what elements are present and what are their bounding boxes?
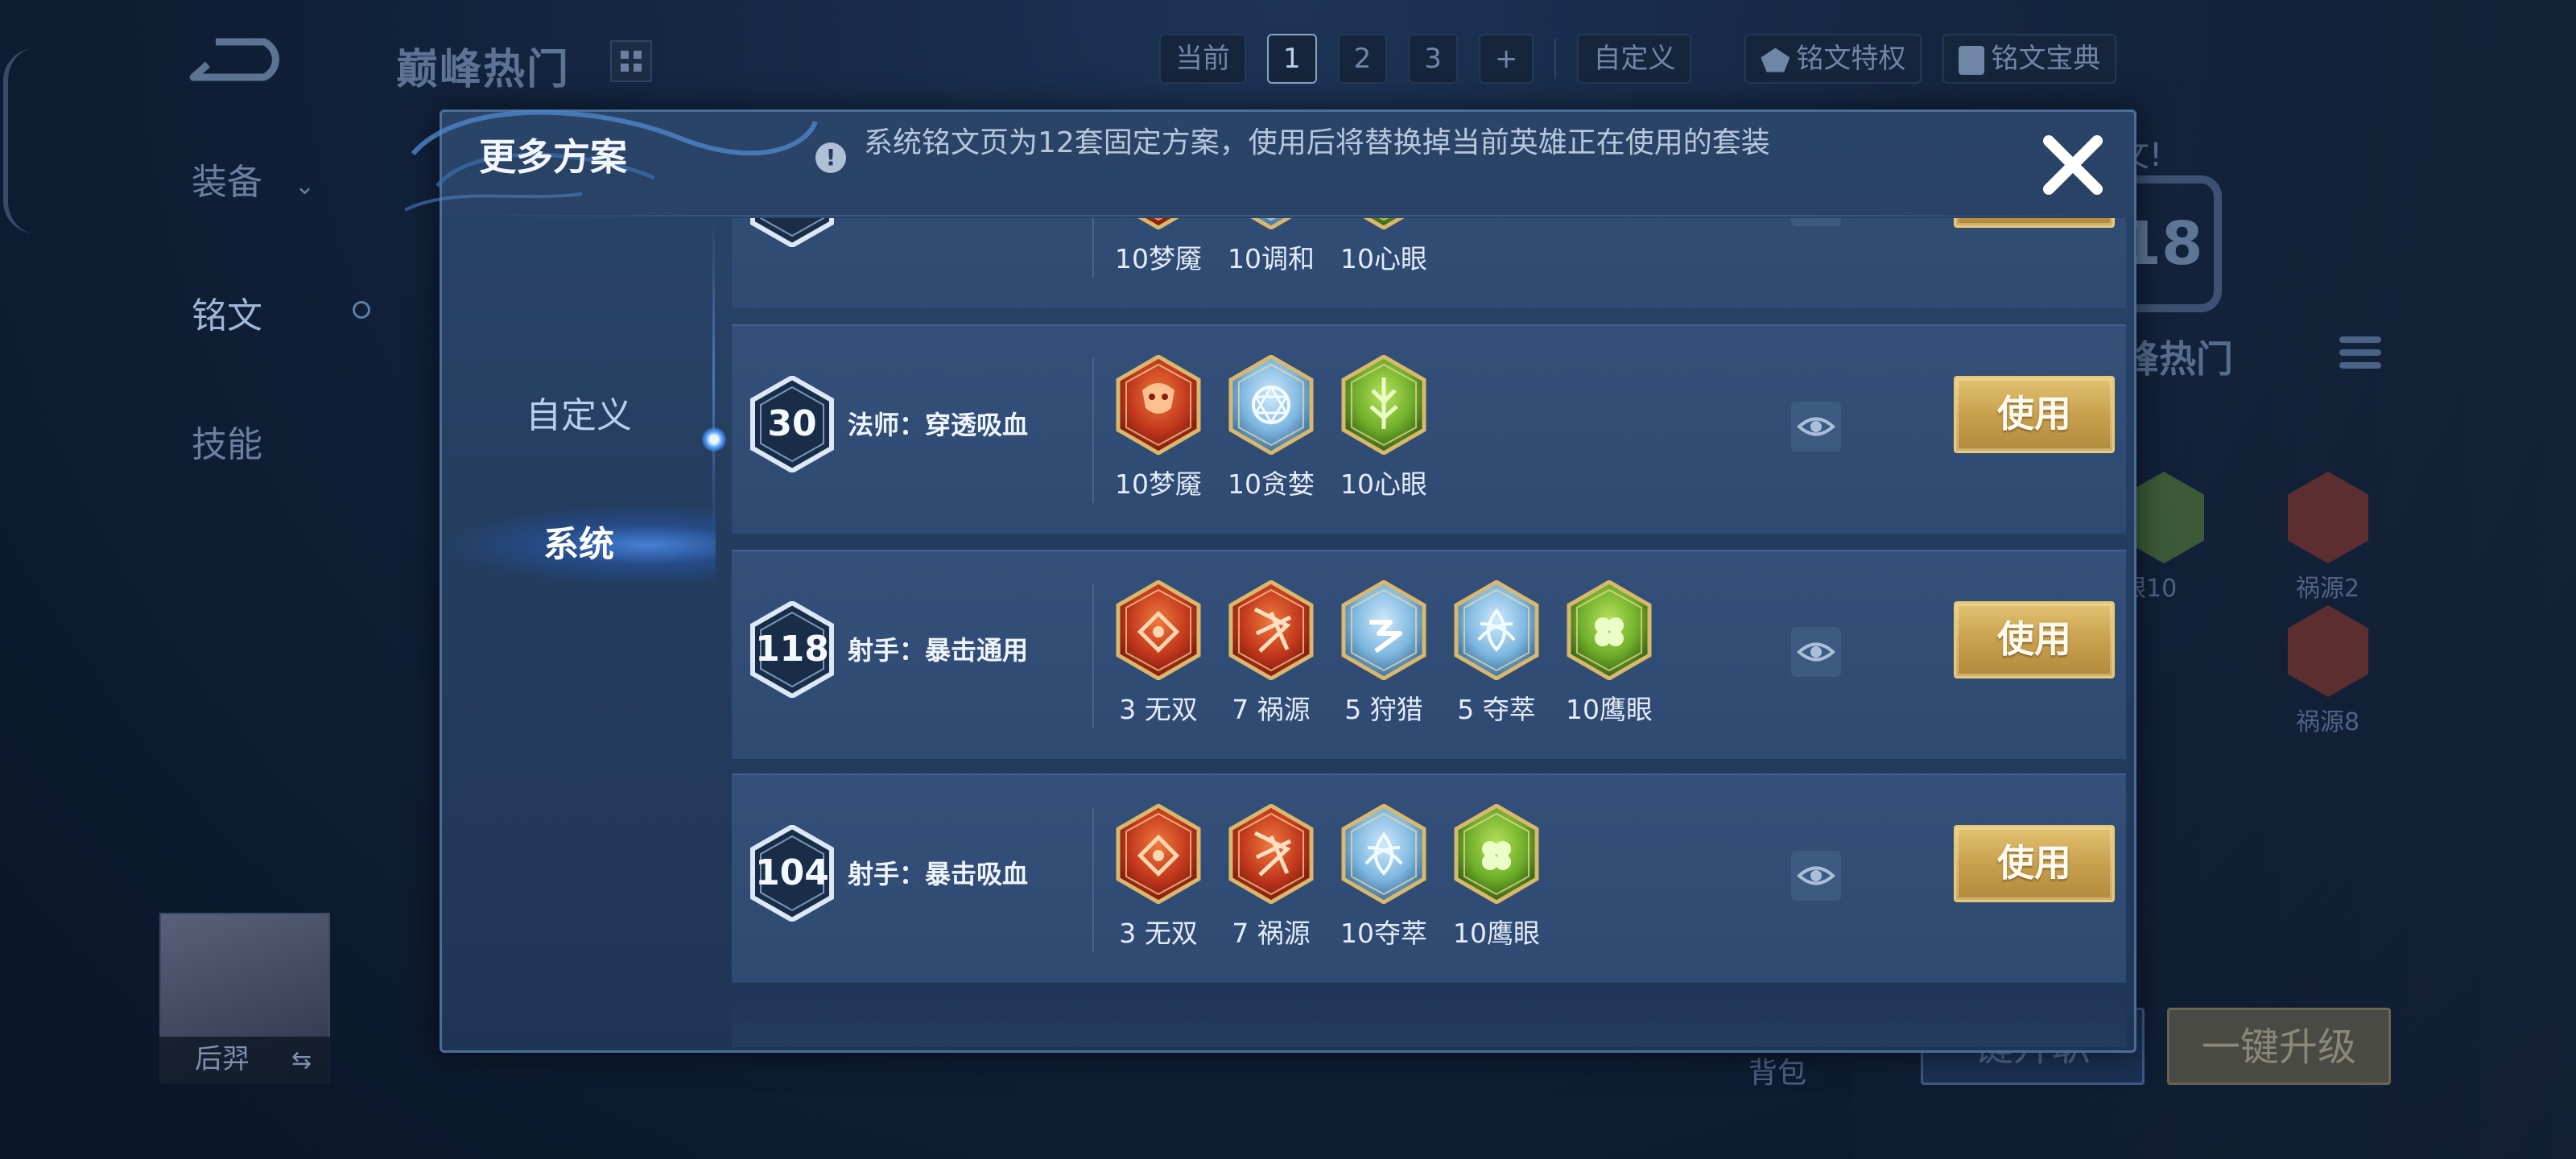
close-icon[interactable] <box>2034 126 2112 204</box>
page-tabs: 当前 1 2 3 + 自定义 铭文特权 铭文宝典 <box>1159 34 2117 84</box>
page-current-label: 当前 <box>1159 34 1246 84</box>
rune-count-label: 3 无双 <box>1119 918 1198 949</box>
rune-knot-icon[interactable] <box>1115 804 1202 904</box>
rune-count-label: 5 夺萃 <box>1457 694 1536 725</box>
preset-name: 法师：穿透吸血 <box>848 410 1029 440</box>
one-key-upgrade-button[interactable]: 一键升级 <box>2167 1008 2391 1085</box>
preset-level: 40 <box>749 218 835 247</box>
rune-codex-button[interactable]: 铭文宝典 <box>1942 34 2117 84</box>
preset-row: 104 射手：暴击吸血 3 无双 7 祸源 10夺萃 10鹰眼 使用 <box>732 773 2126 983</box>
rune-count-label: 10调和 <box>1228 243 1315 274</box>
preset-row: 40 法师：穿透续航 10梦魇 10调和 10心眼使用 <box>732 218 2126 308</box>
rune-count-label: 10梦魇 <box>1115 468 1202 500</box>
rune-slot-label: 祸源2 <box>2296 575 2360 603</box>
swap-icon[interactable]: ⇆ <box>291 1046 312 1074</box>
custom-button[interactable]: 自定义 <box>1577 34 1692 84</box>
preset-row: 118 射手：暴击通用 3 无双 7 祸源 5 狩猎 5 夺萃 10鹰眼 使用 <box>732 550 2126 759</box>
side-menu-runes[interactable]: 铭文 <box>192 287 262 338</box>
rune-tri-icon[interactable] <box>1453 580 1540 680</box>
add-page-button[interactable]: + <box>1478 34 1534 84</box>
page-tab-2[interactable]: 2 <box>1337 34 1388 84</box>
rune-mask-icon[interactable] <box>1115 355 1202 455</box>
rune-drop-icon[interactable] <box>1228 218 1315 229</box>
row-divider <box>1092 584 1094 728</box>
rune-bolt-icon[interactable] <box>1340 580 1427 680</box>
left-edge-arc <box>3 48 35 233</box>
preset-list[interactable]: 40 法师：穿透续航 10梦魇 10调和 10心眼使用 <box>732 218 2126 1049</box>
rune-tri-icon[interactable] <box>1340 804 1427 904</box>
tab-active-indicator <box>702 427 726 452</box>
use-preset-button[interactable]: 使用 <box>1954 825 2115 902</box>
rune-knot-icon[interactable] <box>1115 580 1202 680</box>
rune-burst-icon[interactable] <box>1228 580 1315 680</box>
divider <box>1554 39 1557 79</box>
preview-eye-icon[interactable] <box>1791 851 1841 901</box>
preview-eye-icon[interactable] <box>1791 627 1841 677</box>
rune-count-label: 7 祸源 <box>1232 694 1311 725</box>
dialog-title: 更多方案 <box>479 135 627 179</box>
rune-count-label: 5 狩猎 <box>1344 694 1423 725</box>
back-arrow-icon[interactable] <box>184 35 288 84</box>
preset-row: 30 法师：穿透吸血 10梦魇 10贪婪 10心眼 使用 <box>732 324 2126 534</box>
rune-count-label: 10梦魇 <box>1115 243 1202 274</box>
rune-leaf-icon[interactable] <box>1340 218 1427 229</box>
rune-star-icon[interactable] <box>1228 355 1315 455</box>
rune-count-label: 3 无双 <box>1119 694 1198 725</box>
dialog-notice: 系统铭文页为12套固定方案，使用后将替换掉当前英雄正在使用的套装 <box>864 126 1770 159</box>
row-divider <box>1092 807 1094 952</box>
use-preset-button[interactable]: 使用 <box>1954 376 2115 453</box>
page-tab-1[interactable]: 1 <box>1267 34 1317 84</box>
use-preset-button[interactable]: 使用 <box>1954 601 2115 678</box>
more-presets-dialog: 更多方案 ! 系统铭文页为12套固定方案，使用后将替换掉当前英雄正在使用的套装 … <box>404 109 2136 1054</box>
preset-level: 104 <box>755 852 829 893</box>
preset-name: 峰热门 <box>2122 337 2233 381</box>
rune-privilege-button[interactable]: 铭文特权 <box>1744 34 1922 84</box>
rune-clover-icon[interactable] <box>1566 580 1653 680</box>
side-menu-equipment[interactable]: 装备 ⌄ <box>192 153 315 204</box>
grid-icon[interactable] <box>610 40 652 82</box>
rune-count-label: 7 祸源 <box>1232 918 1311 949</box>
rune-burst-icon[interactable] <box>1228 804 1315 904</box>
rune-count-label: 10夺萃 <box>1340 918 1427 949</box>
rune-slot-label: 祸源8 <box>2296 708 2360 736</box>
rune-leaf-icon[interactable] <box>1340 355 1427 455</box>
bag-label[interactable]: 背包 <box>1748 1050 1806 1091</box>
preview-eye-icon[interactable] <box>1791 218 1841 226</box>
rune-count-label: 10贪婪 <box>1228 468 1315 500</box>
preset-level: 118 <box>755 629 829 670</box>
preset-name: 射手：暴击通用 <box>848 635 1029 666</box>
row-divider <box>1092 218 1094 278</box>
page-tab-3[interactable]: 3 <box>1408 34 1458 84</box>
rune-count-label: 10心眼 <box>1340 243 1427 274</box>
side-menu-skills[interactable]: 技能 <box>192 415 262 467</box>
tab-system[interactable]: 系统 <box>442 505 716 585</box>
page-title: 巅峰热门 <box>396 46 571 94</box>
rune-count-label: 10心眼 <box>1340 468 1427 500</box>
tab-divider <box>712 217 715 538</box>
rune-clover-icon[interactable] <box>1453 804 1540 904</box>
preview-eye-icon[interactable] <box>1791 402 1841 452</box>
info-icon: ! <box>815 142 846 173</box>
side-menu-indicator <box>353 301 370 319</box>
tab-custom[interactable]: 自定义 <box>442 376 716 456</box>
preset-level: 30 <box>767 403 817 444</box>
rune-mask-icon[interactable] <box>1115 218 1202 229</box>
preset-name: 射手：暴击吸血 <box>848 859 1029 889</box>
use-preset-button[interactable]: 使用 <box>1954 218 2115 228</box>
rune-count-label: 10鹰眼 <box>1453 918 1540 949</box>
preset-category-tabs: 自定义 系统 <box>442 217 716 1054</box>
rune-count-label: 10鹰眼 <box>1566 694 1653 725</box>
menu-icon[interactable] <box>2339 336 2381 385</box>
row-divider <box>1092 358 1094 503</box>
